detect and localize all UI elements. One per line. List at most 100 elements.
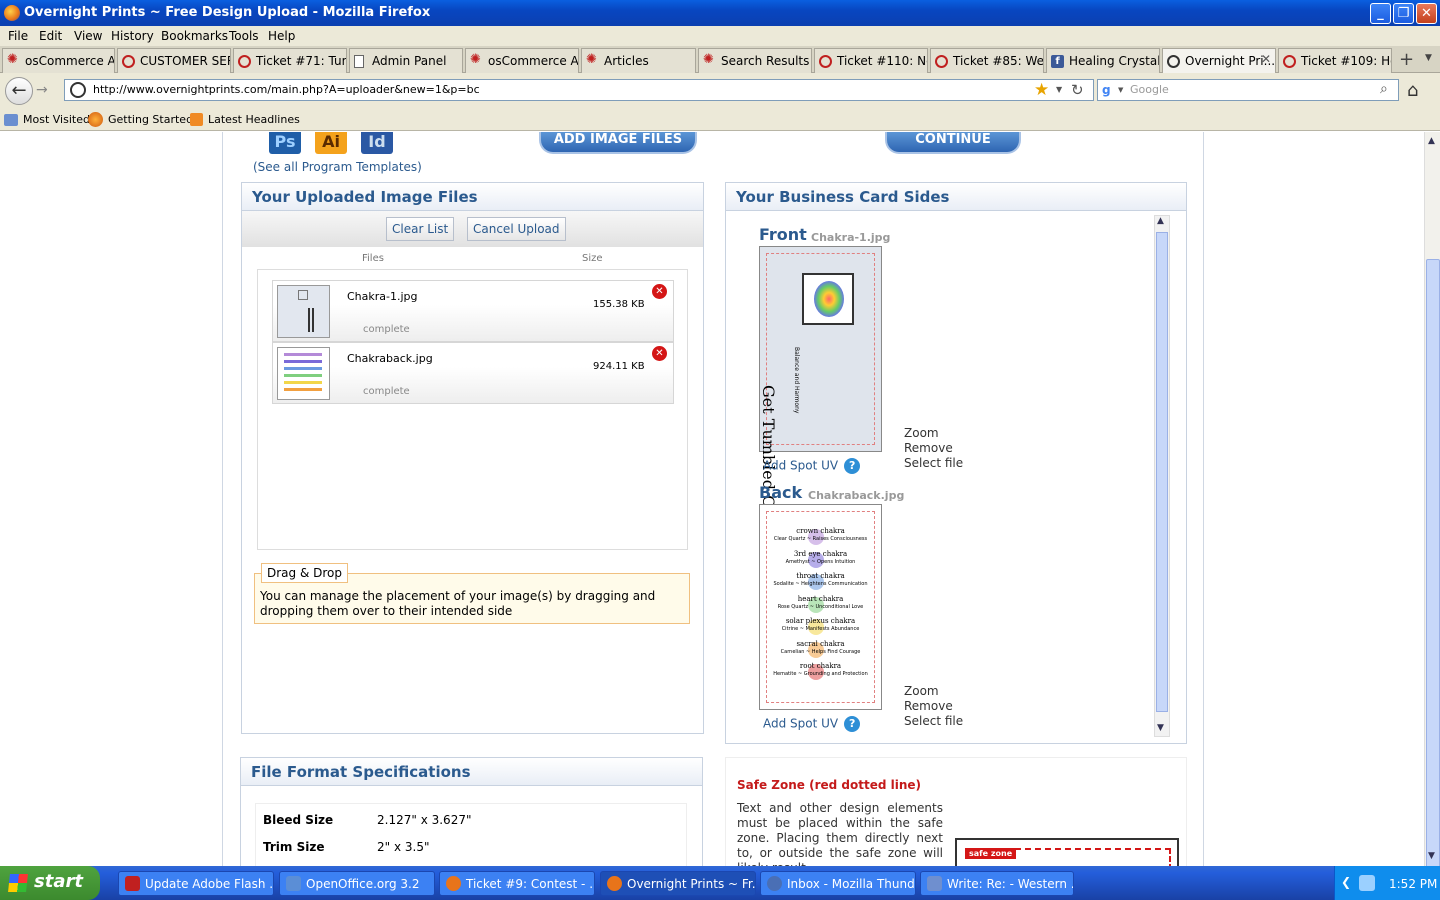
site-identity-icon[interactable] [70, 82, 86, 98]
tab-oscommerce-2[interactable]: ✺ osCommerce Ad... [465, 48, 579, 73]
tab-articles[interactable]: ✺ Articles [581, 48, 696, 73]
new-tab-icon[interactable]: + [1399, 49, 1414, 70]
scroll-up-icon[interactable]: ▲ [1157, 216, 1164, 226]
file-thumbnail [277, 347, 330, 400]
menu-edit[interactable]: Edit [39, 29, 62, 43]
tab-ticket-110[interactable]: Ticket #110: Ne... [814, 48, 928, 73]
tab-ticket-71[interactable]: Ticket #71: Tum... [233, 48, 347, 73]
chakra-name: solar plexus chakra [785, 617, 856, 625]
front-zoom-link[interactable]: Zoom [904, 426, 963, 441]
url-dropdown-icon[interactable]: ▼ [1056, 85, 1062, 94]
tab-overnight-prints[interactable]: Overnight Pri... ✕ [1162, 48, 1276, 73]
compose-icon [927, 876, 942, 891]
file-list: Chakra-1.jpg 155.38 KB complete ✕ Chakra… [257, 269, 688, 550]
front-remove-link[interactable]: Remove [904, 441, 963, 456]
sides-scroll-thumb[interactable] [1156, 232, 1168, 712]
chakra-description: Rose Quartz ~ Unconditional Love [777, 603, 864, 610]
front-select-file-link[interactable]: Select file [904, 456, 963, 471]
add-image-files-button[interactable]: ADD IMAGE FILES [539, 132, 697, 154]
back-select-file-link[interactable]: Select file [904, 714, 963, 729]
front-card-preview[interactable]: Get Tumbled Chakra Set Balance and Harmo… [759, 246, 882, 586]
taskbar-item-openoffice[interactable]: OpenOffice.org 3.2 [279, 871, 435, 896]
file-row[interactable]: Chakraback.jpg 924.11 KB complete ✕ [272, 342, 674, 404]
file-format-heading: File Format Specifications [241, 758, 702, 786]
tab-oscommerce-1[interactable]: ✺ osCommerce Ad... [2, 48, 115, 73]
menu-history[interactable]: History [111, 29, 154, 43]
tab-label: Ticket #85: Wea... [953, 54, 1044, 68]
tab-admin-panel[interactable]: Admin Panel [349, 48, 463, 73]
windows-logo-icon [8, 874, 28, 892]
file-row[interactable]: Chakra-1.jpg 155.38 KB complete ✕ [272, 280, 674, 342]
start-button[interactable]: start [0, 866, 100, 900]
see-templates-link[interactable]: (See all Program Templates) [253, 160, 422, 174]
taskbar-item-ticket-9[interactable]: Ticket #9: Contest - ... [439, 871, 595, 896]
indesign-icon[interactable]: Id [361, 132, 393, 154]
taskbar-item-overnight-prints[interactable]: Overnight Prints ~ Fr... [600, 871, 756, 896]
star-icon: ✺ [7, 52, 18, 67]
tray-expand-icon[interactable]: ❮ [1341, 875, 1351, 889]
close-tab-icon[interactable]: ✕ [1261, 52, 1271, 66]
taskbar-item-thunderbird[interactable]: Inbox - Mozilla Thund... [760, 871, 916, 896]
tab-ticket-109[interactable]: Ticket #109: Hol... [1278, 48, 1392, 73]
bookmark-latest-headlines[interactable]: Latest Headlines [208, 113, 300, 126]
cancel-upload-button[interactable]: Cancel Upload [467, 217, 566, 241]
tab-customer-service[interactable]: CUSTOMER SER... [117, 48, 231, 73]
front-card-tagline: Balance and Harmony [793, 347, 800, 414]
forward-button[interactable]: → [36, 82, 48, 98]
thunderbird-icon [767, 876, 782, 891]
taskbar-item-label: Update Adobe Flash ... [145, 877, 274, 891]
menu-tools[interactable]: Tools [229, 29, 259, 43]
url-bar[interactable]: http://www.overnightprints.com/main.php?… [64, 79, 1094, 101]
scroll-down-icon[interactable]: ▼ [1157, 723, 1164, 733]
menu-bookmarks[interactable]: Bookmarks [161, 29, 228, 43]
menu-file[interactable]: File [8, 29, 28, 43]
network-icon[interactable] [1359, 875, 1375, 891]
search-input[interactable]: Google [1130, 83, 1169, 96]
illustrator-icon[interactable]: Ai [315, 132, 347, 154]
back-card-preview[interactable]: crown chakra Clear Quartz ~ Raises Consci… [759, 504, 882, 710]
chakra-name: throat chakra [796, 572, 845, 580]
bookmark-star-icon[interactable]: ★ [1034, 80, 1049, 100]
reload-icon[interactable]: ↻ [1071, 81, 1084, 99]
back-add-spot-uv[interactable]: Add Spot UV? [763, 716, 861, 732]
help-icon[interactable]: ? [844, 458, 861, 474]
chakra-description: Carnelian ~ Helps Find Courage [780, 648, 861, 655]
remove-file-icon[interactable]: ✕ [652, 346, 667, 361]
tab-list-icon[interactable]: ▼ [1425, 53, 1432, 63]
remove-file-icon[interactable]: ✕ [652, 284, 667, 299]
taskbar-item-write[interactable]: Write: Re: - Western ... [920, 871, 1074, 896]
back-remove-link[interactable]: Remove [904, 699, 963, 714]
scroll-down-icon[interactable]: ▼ [1428, 851, 1435, 861]
back-button[interactable]: ← [5, 77, 33, 105]
page-content: Ps Ai Id (See all Program Templates) ADD… [0, 132, 1424, 866]
tab-ticket-85[interactable]: Ticket #85: Wea... [930, 48, 1044, 73]
menu-view[interactable]: View [74, 29, 102, 43]
taskbar-item-adobe-flash[interactable]: Update Adobe Flash ... [118, 871, 274, 896]
search-icon[interactable]: ⌕ [1380, 81, 1388, 97]
menu-help[interactable]: Help [268, 29, 295, 43]
search-box[interactable]: g ▼ Google ⌕ [1097, 79, 1399, 101]
tab-label: Ticket #110: Ne... [837, 54, 927, 68]
home-icon[interactable]: ⌂ [1407, 80, 1418, 101]
sides-scrollbar[interactable]: ▲ ▼ [1154, 215, 1170, 737]
scroll-up-icon[interactable]: ▲ [1428, 136, 1435, 146]
safe-zone-text: Text and other design elements must be p… [737, 801, 943, 866]
page-scroll-thumb[interactable] [1426, 259, 1440, 869]
clear-list-button[interactable]: Clear List [386, 217, 455, 241]
search-engine-dropdown-icon[interactable]: ▼ [1118, 86, 1123, 94]
bookmark-most-visited[interactable]: Most Visited [23, 113, 90, 126]
bookmark-getting-started[interactable]: Getting Started [108, 113, 193, 126]
front-add-spot-uv[interactable]: Add Spot UV? [763, 458, 861, 474]
restore-button[interactable]: ❐ [1393, 3, 1414, 24]
back-zoom-link[interactable]: Zoom [904, 684, 963, 699]
photoshop-icon[interactable]: Ps [269, 132, 301, 154]
help-icon[interactable]: ? [844, 716, 861, 732]
tab-healing-crystals[interactable]: f Healing Crystals [1046, 48, 1160, 73]
page-scrollbar[interactable]: ▲ ▼ [1424, 132, 1440, 869]
close-button[interactable]: ✕ [1416, 3, 1437, 24]
safe-zone-badge: safe zone [965, 848, 1017, 859]
continue-button[interactable]: CONTINUE [885, 132, 1021, 154]
tab-search-results[interactable]: ✺ Search Results -... [698, 48, 812, 73]
minimize-button[interactable]: _ [1370, 3, 1391, 24]
chakra-name: heart chakra [797, 594, 844, 603]
